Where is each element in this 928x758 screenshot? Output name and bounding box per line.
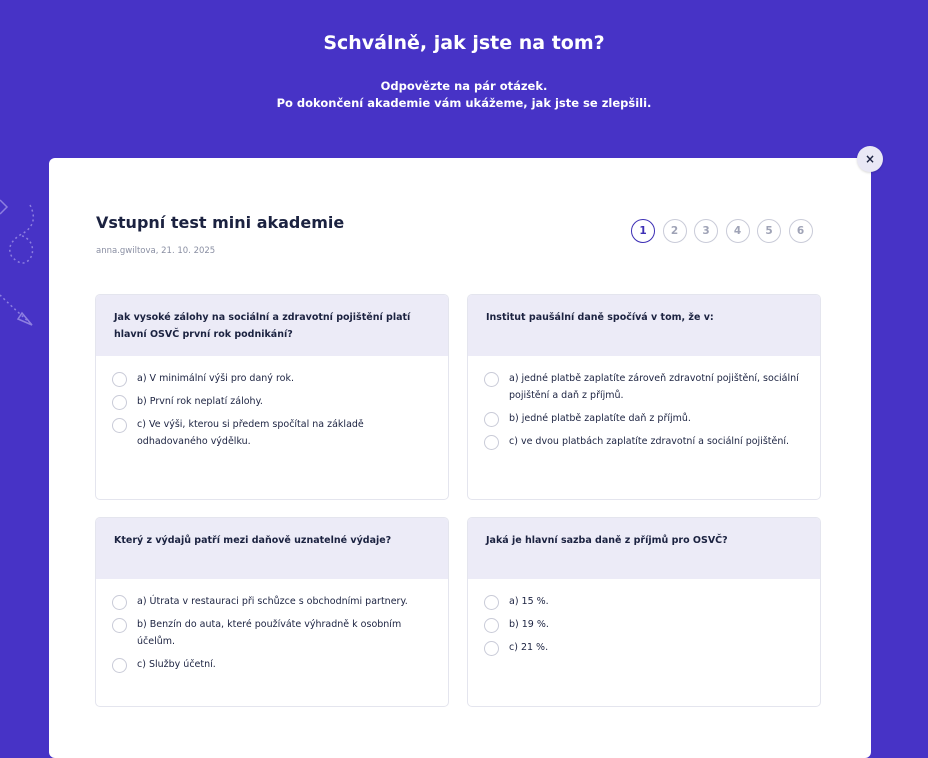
question-card-3: Který z výdajů patří mezi daňově uznatel…	[95, 517, 449, 707]
answer-label: b) jedné platbě zaplatíte daň z příjmů.	[509, 413, 691, 424]
radio-button[interactable]	[112, 372, 127, 387]
answer-label: a) 15 %.	[509, 596, 549, 607]
answer-option[interactable]: a) jedné platbě zaplatíte zároveň zdravo…	[484, 370, 802, 404]
radio-button[interactable]	[484, 618, 499, 633]
question-text: Který z výdajů patří mezi daňově uznatel…	[96, 518, 448, 579]
radio-button[interactable]	[112, 595, 127, 610]
radio-button[interactable]	[112, 658, 127, 673]
step-6[interactable]: 6	[788, 219, 813, 243]
answer-option[interactable]: a) 15 %.	[484, 593, 802, 610]
radio-button[interactable]	[484, 412, 499, 427]
answer-label: a) V minimální výši pro daný rok.	[137, 373, 294, 384]
radio-button[interactable]	[484, 435, 499, 450]
answer-label: c) Služby účetní.	[137, 659, 216, 670]
radio-button[interactable]	[112, 418, 127, 433]
answer-option[interactable]: b) Benzín do auta, které používáte výhra…	[112, 616, 430, 650]
decorative-doodle	[0, 199, 35, 326]
answer-label: a) jedné platbě zaplatíte zároveň zdravo…	[509, 373, 799, 401]
answer-label: c) ve dvou platbách zaplatíte zdravotní …	[509, 436, 790, 447]
question-card-4: Jaká je hlavní sazba daně z příjmů pro O…	[467, 517, 821, 707]
close-icon: ×	[864, 152, 876, 166]
answer-label: b) První rok neplatí zálohy.	[137, 396, 263, 407]
radio-button[interactable]	[484, 372, 499, 387]
hero-subtitle: Odpovězte na pár otázek. Po dokončení ak…	[0, 78, 928, 112]
radio-button[interactable]	[112, 618, 127, 633]
answer-option[interactable]: c) 21 %.	[484, 639, 802, 656]
step-2[interactable]: 2	[662, 219, 687, 243]
answer-label: b) 19 %.	[509, 619, 549, 630]
step-3[interactable]: 3	[694, 219, 718, 243]
step-1[interactable]: 1	[631, 219, 655, 243]
radio-button[interactable]	[484, 641, 499, 656]
question-text: Jak vysoké zálohy na sociální a zdravotn…	[96, 295, 448, 356]
answer-option[interactable]: c) Ve výši, kterou si předem spočítal na…	[112, 416, 430, 450]
answer-option[interactable]: c) ve dvou platbách zaplatíte zdravotní …	[484, 433, 802, 450]
close-button[interactable]: ×	[857, 146, 883, 172]
answer-label: a) Útrata v restauraci při schůzce s obc…	[137, 596, 408, 607]
test-modal: Vstupní test mini akademie anna.gwiltova…	[49, 158, 871, 758]
step-4[interactable]: 4	[725, 219, 750, 243]
answer-label: c) 21 %.	[509, 642, 549, 653]
step-indicator: 1 2 3 4 5 6	[631, 219, 820, 243]
answer-option[interactable]: a) Útrata v restauraci při schůzce s obc…	[112, 593, 430, 610]
hero-subtitle-line-2: Po dokončení akademie vám ukážeme, jak j…	[276, 96, 652, 110]
radio-button[interactable]	[112, 395, 127, 410]
step-5[interactable]: 5	[757, 219, 781, 243]
answer-label: c) Ve výši, kterou si předem spočítal na…	[137, 419, 364, 447]
answer-option[interactable]: b) jedné platbě zaplatíte daň z příjmů.	[484, 410, 802, 427]
answer-option[interactable]: c) Služby účetní.	[112, 656, 430, 673]
answer-option[interactable]: a) V minimální výši pro daný rok.	[112, 370, 430, 387]
hero-title: Schválně, jak jste na tom?	[323, 32, 605, 54]
answer-option[interactable]: b) 19 %.	[484, 616, 802, 633]
answer-option[interactable]: b) První rok neplatí zálohy.	[112, 393, 430, 410]
question-card-1: Jak vysoké zálohy na sociální a zdravotn…	[95, 294, 449, 500]
radio-button[interactable]	[484, 595, 499, 610]
question-card-2: Institut paušální daně spočívá v tom, že…	[467, 294, 821, 500]
question-text: Institut paušální daně spočívá v tom, že…	[468, 295, 820, 356]
answer-label: b) Benzín do auta, které používáte výhra…	[137, 619, 402, 647]
test-title: Vstupní test mini akademie	[96, 213, 345, 232]
question-text: Jaká je hlavní sazba daně z příjmů pro O…	[468, 518, 820, 579]
hero-subtitle-line-1: Odpovězte na pár otázek.	[380, 79, 548, 93]
test-meta: anna.gwiltova, 21. 10. 2025	[96, 246, 216, 256]
